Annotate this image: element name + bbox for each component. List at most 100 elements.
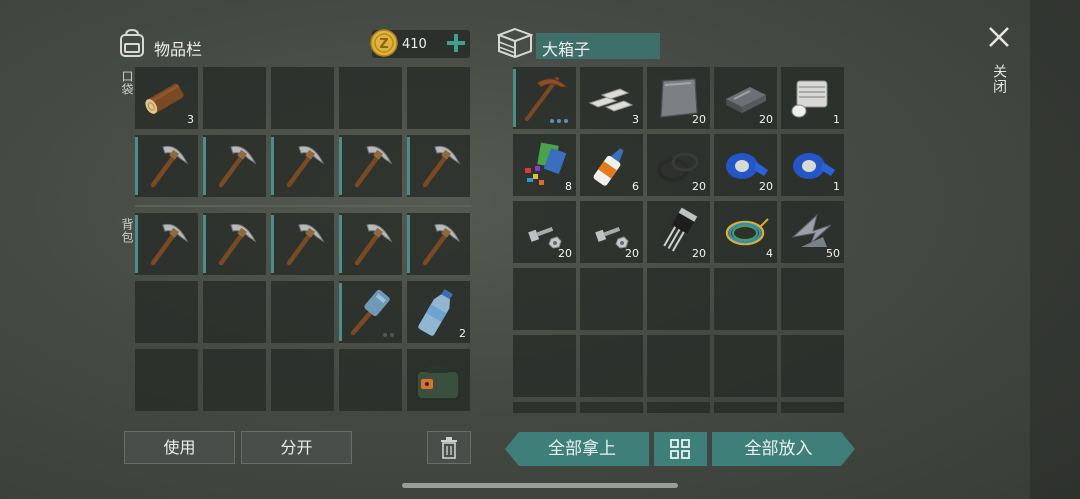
pickaxe-icon <box>209 141 259 191</box>
chest-slot[interactable] <box>513 402 576 413</box>
inventory-slot[interactable] <box>339 281 402 343</box>
chest-slot[interactable] <box>714 335 777 397</box>
chest-slot[interactable] <box>647 335 710 397</box>
wires-icon <box>720 207 770 257</box>
inventory-slot[interactable] <box>339 67 402 129</box>
inventory-slot[interactable] <box>203 349 266 411</box>
trash-button[interactable] <box>427 431 471 464</box>
inventory-slot[interactable] <box>271 67 334 129</box>
split-button[interactable]: 分开 <box>241 431 352 464</box>
chest-slot[interactable] <box>580 268 643 330</box>
chest-slot[interactable] <box>513 67 576 129</box>
chest-slot[interactable]: 1 <box>781 67 844 129</box>
chest-slot[interactable] <box>781 268 844 330</box>
item-count: 8 <box>565 180 572 193</box>
durability-dots <box>383 333 394 337</box>
chest-slot[interactable] <box>781 335 844 397</box>
chest-slot[interactable]: 50 <box>781 201 844 263</box>
inventory-slot[interactable] <box>407 349 470 411</box>
pickaxe-icon <box>141 141 191 191</box>
inventory-slot[interactable]: 2 <box>407 281 470 343</box>
inventory-slot[interactable] <box>203 213 266 275</box>
chest-slot[interactable] <box>714 268 777 330</box>
inventory-slot[interactable] <box>135 349 198 411</box>
engine-part-icon <box>787 73 837 123</box>
close-button[interactable]: 关闭 <box>984 24 1014 104</box>
item-count: 20 <box>692 113 706 126</box>
item-count: 50 <box>826 247 840 260</box>
inventory-slot[interactable] <box>271 135 334 197</box>
item-count: 20 <box>759 113 773 126</box>
chest-slot[interactable] <box>513 268 576 330</box>
item-count: 20 <box>759 180 773 193</box>
inventory-title: 物品栏 <box>154 40 203 59</box>
pickaxe-icon <box>413 141 463 191</box>
inventory-slot[interactable] <box>339 349 402 411</box>
coin-amount: 410 <box>402 37 427 52</box>
svg-text:Z: Z <box>379 37 388 52</box>
pickaxe-icon <box>277 219 327 269</box>
backpack-label: 背包 <box>120 218 134 244</box>
chest-slot[interactable] <box>580 335 643 397</box>
pickaxe-icon <box>277 141 327 191</box>
inventory-slot[interactable] <box>203 135 266 197</box>
sort-button[interactable] <box>654 432 707 466</box>
inventory-slot[interactable] <box>339 135 402 197</box>
inventory-slot[interactable] <box>339 213 402 275</box>
chest-slot[interactable]: 1 <box>781 134 844 196</box>
chest-slot[interactable]: 20 <box>580 201 643 263</box>
chest-slot[interactable]: 4 <box>714 201 777 263</box>
blue-tape-icon <box>787 140 837 190</box>
chest-slot[interactable] <box>714 402 777 413</box>
chest-slot[interactable]: 20 <box>647 134 710 196</box>
chest-slot[interactable]: 6 <box>580 134 643 196</box>
inventory-slot[interactable] <box>135 135 198 197</box>
chest-slot[interactable] <box>781 402 844 413</box>
chest-slot[interactable]: 20 <box>513 201 576 263</box>
inventory-slot[interactable] <box>135 213 198 275</box>
sledgehammer-icon <box>345 287 395 337</box>
pickaxe-icon <box>209 219 259 269</box>
backpack-icon <box>118 28 146 58</box>
inventory-slot[interactable] <box>407 213 470 275</box>
item-count: 20 <box>692 247 706 260</box>
glue-icon <box>586 140 636 190</box>
chest-slot[interactable]: 8 <box>513 134 576 196</box>
pickaxe-large-icon <box>519 73 569 123</box>
item-count: 20 <box>558 247 572 260</box>
put-all-button[interactable]: 全部放入 <box>712 432 855 466</box>
add-coins-button[interactable] <box>444 31 468 55</box>
chest-slot[interactable]: 20 <box>647 67 710 129</box>
pocket-label: 口袋 <box>120 70 134 96</box>
inventory-slot[interactable] <box>407 135 470 197</box>
chest-slot[interactable] <box>580 402 643 413</box>
pickaxe-icon <box>345 219 395 269</box>
take-all-button[interactable]: 全部拿上 <box>505 432 649 466</box>
chest-slot[interactable]: 3 <box>580 67 643 129</box>
iron-bars-icon <box>586 73 636 123</box>
chest-title-field[interactable]: 大箱子 <box>536 33 660 59</box>
inventory-slot[interactable] <box>271 281 334 343</box>
inventory-slot[interactable] <box>203 281 266 343</box>
trash-icon <box>441 437 457 459</box>
chest-slot[interactable] <box>513 335 576 397</box>
use-button[interactable]: 使用 <box>124 431 235 464</box>
chest-slot[interactable] <box>647 402 710 413</box>
inventory-slot[interactable] <box>407 67 470 129</box>
pickaxe-icon <box>345 141 395 191</box>
inventory-slot[interactable] <box>271 349 334 411</box>
close-icon <box>989 27 1009 47</box>
inventory-slot[interactable] <box>135 281 198 343</box>
home-indicator[interactable] <box>402 483 678 488</box>
chest-slot[interactable] <box>647 268 710 330</box>
item-count: 1 <box>833 180 840 193</box>
inventory-slot[interactable] <box>203 67 266 129</box>
chest-slot[interactable]: 20 <box>714 67 777 129</box>
durability-dots <box>550 119 568 123</box>
inventory-slot[interactable]: 3 <box>135 67 198 129</box>
item-count: 1 <box>833 113 840 126</box>
item-count: 3 <box>187 113 194 126</box>
inventory-slot[interactable] <box>271 213 334 275</box>
chest-slot[interactable]: 20 <box>647 201 710 263</box>
chest-slot[interactable]: 20 <box>714 134 777 196</box>
